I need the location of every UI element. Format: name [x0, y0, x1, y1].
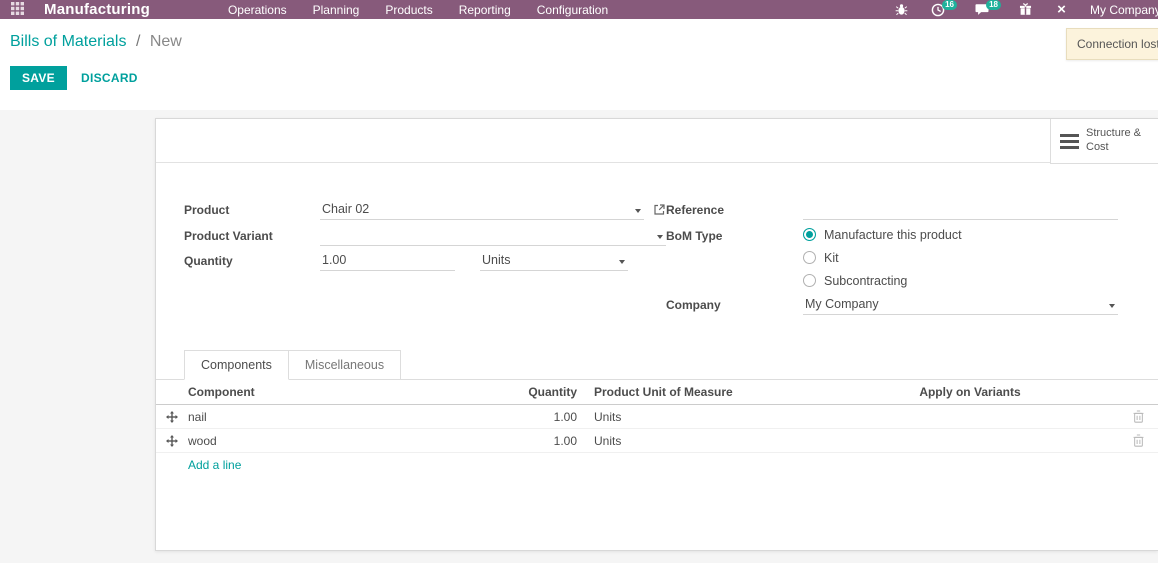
header-uom[interactable]: Product Unit of Measure: [577, 385, 844, 399]
apps-grid-icon: [10, 1, 24, 18]
notebook-tabs: Components Miscellaneous: [156, 350, 1158, 380]
table-row[interactable]: wood 1.00 Units: [156, 429, 1158, 453]
delete-row-trash-icon[interactable]: [1133, 410, 1144, 423]
table-header-row: Component Quantity Product Unit of Measu…: [156, 380, 1158, 405]
breadcrumb-parent-link[interactable]: Bills of Materials: [10, 33, 126, 50]
bars-icon: [1060, 133, 1079, 149]
gift-icon[interactable]: [1018, 2, 1033, 17]
messages-chat-icon[interactable]: 18: [974, 0, 1001, 17]
uom-caret-down-icon[interactable]: [619, 260, 625, 264]
systray: 16 18 × My Company: [894, 0, 1158, 19]
save-button[interactable]: SAVE: [10, 66, 67, 90]
company-label: Company: [666, 297, 721, 312]
top-menu: Operations Planning Products Reporting C…: [228, 3, 608, 17]
debug-bug-icon[interactable]: [894, 2, 909, 17]
discard-button[interactable]: DISCARD: [81, 71, 138, 85]
quantity-value: 1.00: [322, 253, 347, 267]
company-row: Company My Company: [666, 295, 1118, 320]
table-row[interactable]: nail 1.00 Units: [156, 405, 1158, 429]
company-field[interactable]: My Company: [803, 295, 1118, 315]
statusbar: [156, 119, 1158, 163]
form-sheet: Structure & Cost Product Chair 02 Produc…: [155, 118, 1158, 551]
menu-planning[interactable]: Planning: [313, 3, 360, 17]
control-panel-buttons: SAVE DISCARD: [10, 66, 1158, 90]
reference-label: Reference: [666, 203, 725, 217]
control-panel: Bills of Materials / New SAVE DISCARD: [0, 19, 1158, 110]
radio-kit[interactable]: Kit: [803, 251, 962, 265]
header-component[interactable]: Component: [188, 385, 498, 399]
company-caret-down-icon[interactable]: [1109, 303, 1115, 308]
bom-type-row: BoM Type Manufacture this product Kit Su…: [666, 226, 1118, 288]
form-left-column: Product Chair 02 Product Variant Quantit…: [184, 200, 666, 319]
drag-handle-icon[interactable]: [166, 410, 178, 423]
header-quantity[interactable]: Quantity: [498, 385, 577, 399]
product-field[interactable]: Chair 02: [320, 200, 644, 220]
header-apply-on-variants[interactable]: Apply on Variants: [844, 385, 1096, 399]
product-variant-row: Product Variant: [184, 226, 666, 251]
product-external-link-icon[interactable]: [653, 203, 666, 221]
bom-type-radio-group: Manufacture this product Kit Subcontract…: [803, 226, 962, 288]
radio-manufacture-this-product[interactable]: Manufacture this product: [803, 228, 962, 242]
apps-menu-button[interactable]: [0, 0, 34, 19]
app-name[interactable]: Manufacturing: [44, 1, 150, 18]
cell-component[interactable]: nail: [188, 410, 498, 424]
radio-selected-icon: [803, 228, 816, 241]
product-caret-down-icon[interactable]: [635, 209, 641, 213]
structure-cost-button[interactable]: Structure & Cost: [1050, 119, 1158, 164]
components-table: Component Quantity Product Unit of Measu…: [156, 380, 1158, 477]
uom-value: Units: [482, 253, 511, 267]
quantity-label: Quantity: [184, 254, 233, 268]
menu-configuration[interactable]: Configuration: [537, 3, 608, 17]
company-switcher[interactable]: My Company: [1090, 3, 1158, 17]
product-value: Chair 02: [322, 202, 370, 216]
product-row: Product Chair 02: [184, 200, 666, 225]
breadcrumb: Bills of Materials / New: [10, 33, 1158, 51]
add-a-line-link[interactable]: Add a line: [188, 458, 241, 472]
reference-field[interactable]: [803, 200, 1118, 220]
activities-badge: 16: [942, 0, 957, 10]
activities-clock-icon[interactable]: 16: [930, 0, 957, 17]
bom-type-label: BoM Type: [666, 228, 723, 243]
company-value: My Company: [805, 296, 879, 311]
cell-component[interactable]: wood: [188, 434, 498, 448]
menu-operations[interactable]: Operations: [228, 3, 287, 17]
cell-uom[interactable]: Units: [577, 434, 844, 448]
form-fields: Product Chair 02 Product Variant Quantit…: [156, 163, 1158, 319]
delete-row-trash-icon[interactable]: [1133, 434, 1144, 447]
menu-reporting[interactable]: Reporting: [459, 3, 511, 17]
product-variant-caret-down-icon[interactable]: [657, 234, 663, 239]
quantity-row: Quantity 1.00 Units: [184, 251, 666, 276]
cell-quantity[interactable]: 1.00: [498, 434, 577, 448]
radio-subcontracting[interactable]: Subcontracting: [803, 274, 962, 288]
uom-field[interactable]: Units: [480, 251, 628, 271]
cell-uom[interactable]: Units: [577, 410, 844, 424]
quantity-field[interactable]: 1.00: [320, 251, 455, 271]
close-icon[interactable]: ×: [1054, 2, 1069, 17]
add-line-row: Add a line: [156, 453, 1158, 477]
product-variant-label: Product Variant: [184, 228, 273, 243]
topbar: Manufacturing Operations Planning Produc…: [0, 0, 1158, 19]
messages-badge: 18: [986, 0, 1001, 10]
product-label: Product: [184, 203, 230, 217]
tab-components[interactable]: Components: [184, 350, 289, 380]
structure-cost-label: Structure & Cost: [1086, 127, 1142, 153]
menu-products[interactable]: Products: [385, 3, 432, 17]
content-area: Structure & Cost Product Chair 02 Produc…: [0, 110, 1158, 563]
form-right-column: Reference BoM Type Manufacture this prod…: [666, 200, 1118, 319]
tab-miscellaneous[interactable]: Miscellaneous: [288, 350, 402, 380]
reference-row: Reference: [666, 200, 1118, 225]
radio-unselected-icon: [803, 274, 816, 287]
radio-unselected-icon: [803, 251, 816, 264]
drag-handle-icon[interactable]: [166, 434, 178, 447]
cell-quantity[interactable]: 1.00: [498, 410, 577, 424]
breadcrumb-separator: /: [135, 33, 141, 50]
product-variant-field[interactable]: [320, 226, 666, 246]
breadcrumb-current: New: [149, 33, 182, 50]
connection-lost-toast: Connection lost.: [1066, 28, 1158, 60]
